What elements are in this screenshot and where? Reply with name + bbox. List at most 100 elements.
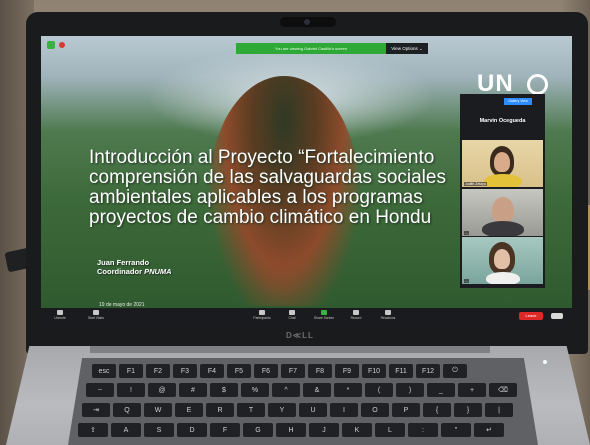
gallery-view-button[interactable]: Gallery View — [504, 98, 532, 105]
participants-label: Participants — [253, 316, 271, 320]
keyboard-key[interactable]: G — [243, 423, 273, 437]
share-screen-icon — [321, 310, 327, 315]
role-organization: PNUMA — [144, 267, 172, 276]
start-video-button[interactable]: Start Video — [79, 310, 113, 320]
slide-title-line: ambientales aplicables a los programas — [89, 187, 423, 208]
un-emblem-icon — [527, 74, 548, 95]
view-options-button[interactable]: View Options ⌄ — [386, 43, 428, 54]
keyboard-key[interactable]: ⌫ — [489, 383, 517, 397]
keyboard-key[interactable]: O — [361, 403, 389, 417]
keyboard-key[interactable]: P — [392, 403, 420, 417]
keyboard-key[interactable]: F — [210, 423, 240, 437]
keyboard-row-function: esc F1 F2 F3 F4 F5 F6 F7 F8 F9 F10 F11 F12 ⏻ — [92, 364, 467, 380]
keyboard-key[interactable]: F5 — [227, 364, 251, 378]
leave-button[interactable]: Leave — [519, 312, 543, 320]
presenter-name: Juan Ferrando — [97, 258, 150, 267]
keyboard-key[interactable]: R — [206, 403, 234, 417]
laptop-screen: You are viewing Gabriel Castillo's scree… — [41, 36, 572, 324]
keyboard-key[interactable]: J — [309, 423, 339, 437]
keyboard-key[interactable]: F8 — [308, 364, 332, 378]
keyboard-key[interactable]: U — [299, 403, 327, 417]
keyboard-key[interactable]: F11 — [389, 364, 413, 378]
slide-title-line: Introducción al Proyecto “Fortalecimient… — [89, 147, 435, 168]
keyboard-key[interactable]: * — [334, 383, 362, 397]
keyboard-key[interactable]: ⇪ — [78, 423, 108, 437]
keyboard-row-home: ⇪ A S D F G H J K L: " ↵ — [78, 423, 504, 439]
keyboard-key[interactable]: F6 — [254, 364, 278, 378]
keyboard-key[interactable]: ⇥ — [82, 403, 110, 417]
chat-button[interactable]: Chat — [275, 310, 309, 320]
reactions-button[interactable]: Reactions — [371, 310, 405, 320]
keyboard-key[interactable]: ↵ — [474, 423, 504, 437]
keyboard-key[interactable]: + — [458, 383, 486, 397]
participant-shirt — [484, 174, 522, 187]
keyboard-key[interactable]: " — [441, 423, 471, 437]
record-button[interactable]: Record — [339, 310, 373, 320]
keyboard-key[interactable]: $ — [210, 383, 238, 397]
keyboard-key[interactable]: D — [177, 423, 207, 437]
slide-title-line: comprensión de las salvaguardas sociales — [89, 167, 446, 188]
keyboard-key[interactable]: | — [485, 403, 513, 417]
keyboard-key[interactable]: } — [454, 403, 482, 417]
reactions-icon — [385, 310, 391, 315]
unmute-label: Unmute — [54, 316, 66, 320]
keyboard-key[interactable]: K — [342, 423, 372, 437]
fullscreen-icon[interactable] — [551, 313, 563, 319]
keyboard-key[interactable]: esc — [92, 364, 116, 378]
power-led — [543, 360, 547, 364]
participant-tile[interactable]: Judith Zelaya — [462, 140, 543, 187]
shield-icon[interactable] — [47, 41, 55, 49]
keyboard-key[interactable]: F4 — [200, 364, 224, 378]
keyboard-key[interactable]: F9 — [335, 364, 359, 378]
keyboard-key[interactable]: F3 — [173, 364, 197, 378]
keyboard-key[interactable]: F1 — [119, 364, 143, 378]
video-off-icon — [93, 310, 99, 315]
active-speaker-name: Marvin Ocegueda — [479, 118, 526, 124]
keyboard-key[interactable]: F7 — [281, 364, 305, 378]
participant-name: ... — [464, 231, 469, 235]
keyboard-key[interactable]: ! — [117, 383, 145, 397]
keyboard-key[interactable]: H — [276, 423, 306, 437]
keyboard-key[interactable]: : — [408, 423, 438, 437]
keyboard-key[interactable]: F2 — [146, 364, 170, 378]
keyboard-key[interactable]: A — [111, 423, 141, 437]
share-screen-button[interactable]: Share Screen — [307, 310, 341, 320]
keyboard-key[interactable]: F12 — [416, 364, 440, 378]
chat-label: Chat — [288, 316, 296, 320]
keyboard-key[interactable]: ~ — [86, 383, 114, 397]
keyboard-key[interactable]: & — [303, 383, 331, 397]
keyboard-key[interactable]: S — [144, 423, 174, 437]
keyboard-key[interactable]: % — [241, 383, 269, 397]
participant-face — [494, 152, 510, 172]
keyboard-key[interactable]: F10 — [362, 364, 386, 378]
keyboard-key[interactable]: _ — [427, 383, 455, 397]
chat-icon — [289, 310, 295, 315]
webcam — [280, 17, 336, 27]
participant-shirt — [486, 272, 520, 284]
keyboard-key[interactable]: # — [179, 383, 207, 397]
keyboard-key[interactable]: Y — [268, 403, 296, 417]
keyboard-key[interactable]: { — [423, 403, 451, 417]
presenter-role: Coordinador PNUMA — [97, 267, 172, 276]
participants-button[interactable]: Participants — [245, 310, 279, 320]
keyboard-key[interactable]: ^ — [272, 383, 300, 397]
keyboard-key[interactable]: E — [175, 403, 203, 417]
participant-face — [494, 249, 510, 269]
unmute-button[interactable]: Unmute — [43, 310, 77, 320]
zoom-top-bar: You are viewing Gabriel Castillo's scree… — [41, 36, 572, 54]
keyboard-key[interactable]: ⏻ — [443, 364, 467, 378]
participant-tile[interactable]: ... — [462, 189, 543, 236]
laptop-brand-logo: D≪LL — [286, 331, 314, 340]
keyboard-key[interactable]: Q — [113, 403, 141, 417]
record-icon — [353, 310, 359, 315]
keyboard-key[interactable]: I — [330, 403, 358, 417]
keyboard-key[interactable]: @ — [148, 383, 176, 397]
record-label: Record — [350, 316, 362, 320]
laptop-hinge — [90, 346, 490, 353]
participant-tile[interactable]: ... — [462, 237, 543, 284]
keyboard-key[interactable]: L — [375, 423, 405, 437]
keyboard-key[interactable]: W — [144, 403, 172, 417]
keyboard-key[interactable]: ( — [365, 383, 393, 397]
keyboard-key[interactable]: ) — [396, 383, 424, 397]
keyboard-key[interactable]: T — [237, 403, 265, 417]
